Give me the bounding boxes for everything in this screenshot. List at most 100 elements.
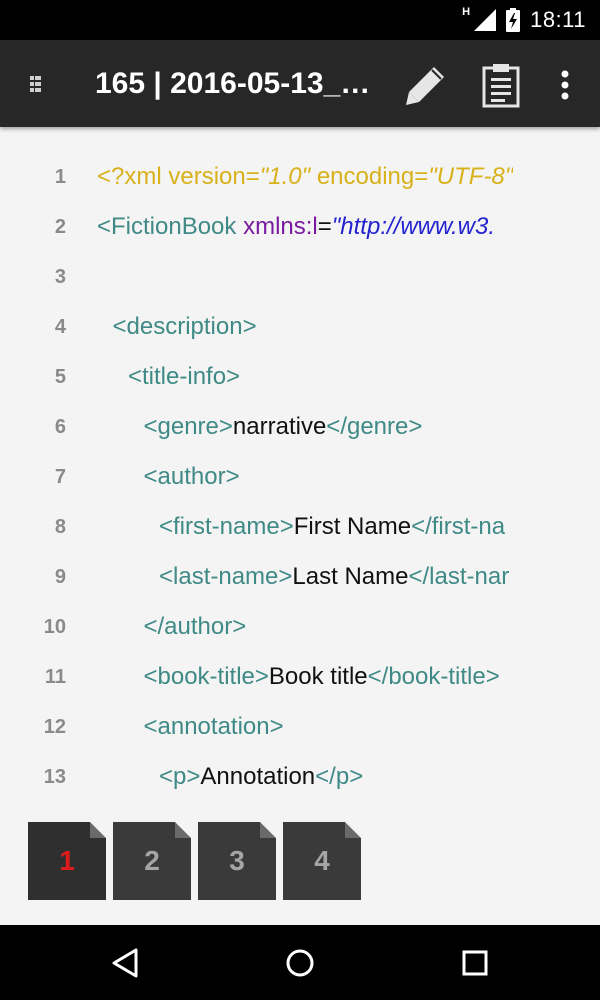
code-line[interactable]: 12 <annotation> xyxy=(0,702,600,752)
menu-button[interactable] xyxy=(22,67,56,101)
code-line[interactable]: 10 </author> xyxy=(0,602,600,652)
code-line[interactable]: 7 <author> xyxy=(0,452,600,502)
edit-button[interactable] xyxy=(402,63,448,107)
code-text: <first-name>First Name</first-na xyxy=(159,502,505,552)
recents-icon xyxy=(462,950,488,976)
signal-icon: H xyxy=(462,6,497,31)
tab-label: 2 xyxy=(144,845,160,876)
code-text: <last-name>Last Name</last-nar xyxy=(159,552,509,602)
xml-tag: <FictionBook xyxy=(97,213,244,240)
more-options-button[interactable] xyxy=(553,66,577,106)
line-number: 9 xyxy=(54,566,66,588)
clipboard-button[interactable] xyxy=(480,62,522,108)
xml-tag: </genre> xyxy=(326,413,423,440)
string-literal: "http://www.w3. xyxy=(331,213,496,240)
xml-declaration-token: encoding= xyxy=(310,163,429,190)
xml-declaration-value: "UTF-8" xyxy=(428,163,514,190)
line-number: 13 xyxy=(43,766,66,788)
xml-declaration-value: "1.0" xyxy=(259,163,311,190)
back-button[interactable] xyxy=(106,943,146,983)
xml-tag: <book-title> xyxy=(143,663,269,690)
code-line[interactable]: 1 <?xml version="1.0" encoding="UTF-8" xyxy=(0,152,600,202)
home-icon xyxy=(286,949,314,977)
xml-tag: <first-name> xyxy=(159,513,294,540)
code-text: <author> xyxy=(144,452,240,502)
back-icon xyxy=(112,948,138,978)
tab-4[interactable]: 4 xyxy=(283,822,361,900)
tab-corner-fold xyxy=(90,822,106,838)
status-bar: H 18:11 xyxy=(0,0,600,40)
network-type-label: H xyxy=(462,6,471,18)
code-text: <FictionBook xmlns:l="http://www.w3. xyxy=(97,202,495,252)
clipboard-icon xyxy=(482,64,520,108)
code-line[interactable]: 8 <first-name>First Name</first-na xyxy=(0,502,600,552)
document-title: 165 | 2016-05-13_… xyxy=(95,67,371,100)
pencil-icon xyxy=(406,67,444,105)
menu-icon xyxy=(30,76,41,92)
line-number: 8 xyxy=(54,516,66,538)
xml-tag: <last-name> xyxy=(159,563,293,590)
more-vert-icon xyxy=(561,70,569,100)
xml-tag: </p> xyxy=(315,763,364,790)
text-content: Annotation xyxy=(200,763,316,790)
text-content: Last Name xyxy=(292,563,409,590)
battery-charging-icon xyxy=(506,8,521,32)
recents-button[interactable] xyxy=(455,943,495,983)
code-line[interactable]: 3 xyxy=(0,252,600,302)
line-number: 4 xyxy=(54,316,66,338)
text-content: First Name xyxy=(293,513,412,540)
line-number: 12 xyxy=(43,716,66,738)
code-text: <annotation> xyxy=(144,702,284,752)
xml-tag: </first-na xyxy=(411,513,506,540)
xml-tag: <genre> xyxy=(143,413,233,440)
equals-sign: = xyxy=(317,213,332,240)
status-icons: H 18:11 xyxy=(462,6,586,34)
xml-tag: </author> xyxy=(143,613,247,640)
code-line[interactable]: 6 <genre>narrative</genre> xyxy=(0,402,600,452)
code-line[interactable]: 2 <FictionBook xmlns:l="http://www.w3. xyxy=(0,202,600,252)
document-tabs: 1 2 3 4 xyxy=(28,822,361,900)
code-line[interactable]: 5 <title-info> xyxy=(0,352,600,402)
tab-corner-fold xyxy=(175,822,191,838)
tab-label: 4 xyxy=(314,845,330,876)
xml-tag: <author> xyxy=(143,463,240,490)
code-line[interactable]: 9 <last-name>Last Name</last-nar xyxy=(0,552,600,602)
tab-2[interactable]: 2 xyxy=(113,822,191,900)
tab-corner-fold xyxy=(260,822,276,838)
app-bar: 165 | 2016-05-13_… xyxy=(0,40,600,127)
line-number: 6 xyxy=(54,416,66,438)
tab-1[interactable]: 1 xyxy=(28,822,106,900)
status-time: 18:11 xyxy=(530,7,586,32)
xml-tag: <p> xyxy=(159,763,201,790)
text-content: narrative xyxy=(232,413,327,440)
code-line[interactable]: 11 <book-title>Book title</book-title> xyxy=(0,652,600,702)
navigation-bar xyxy=(0,925,600,1000)
code-text: <description> xyxy=(113,302,257,352)
code-text: <p>Annotation</p> xyxy=(159,752,363,802)
xml-tag: <annotation> xyxy=(143,713,284,740)
code-line[interactable]: 13 <p>Annotation</p> xyxy=(0,752,600,802)
home-button[interactable] xyxy=(280,943,320,983)
tab-label: 3 xyxy=(229,845,245,876)
xml-tag: </book-title> xyxy=(367,663,500,690)
line-number: 3 xyxy=(54,266,66,288)
tab-corner-fold xyxy=(345,822,361,838)
line-number: 11 xyxy=(44,666,66,688)
code-text: </author> xyxy=(144,602,247,652)
code-text: <title-info> xyxy=(128,352,240,402)
code-line[interactable]: 4 <description> xyxy=(0,302,600,352)
line-number: 7 xyxy=(54,466,66,488)
xml-declaration-token: <?xml version= xyxy=(97,163,260,190)
line-number: 5 xyxy=(54,366,66,388)
line-number: 2 xyxy=(54,216,66,238)
tab-3[interactable]: 3 xyxy=(198,822,276,900)
line-number: 10 xyxy=(43,616,66,638)
code-text: <book-title>Book title</book-title> xyxy=(144,652,500,702)
xml-tag: </last-nar xyxy=(408,563,510,590)
tab-label: 1 xyxy=(59,845,75,876)
code-text: <genre>narrative</genre> xyxy=(144,402,423,452)
xml-attribute: xmlns:l xyxy=(243,213,318,240)
xml-tag: <description> xyxy=(112,313,257,340)
line-number: 1 xyxy=(54,166,66,188)
code-editor[interactable]: 1 <?xml version="1.0" encoding="UTF-8" 2 <F… xyxy=(0,127,600,797)
